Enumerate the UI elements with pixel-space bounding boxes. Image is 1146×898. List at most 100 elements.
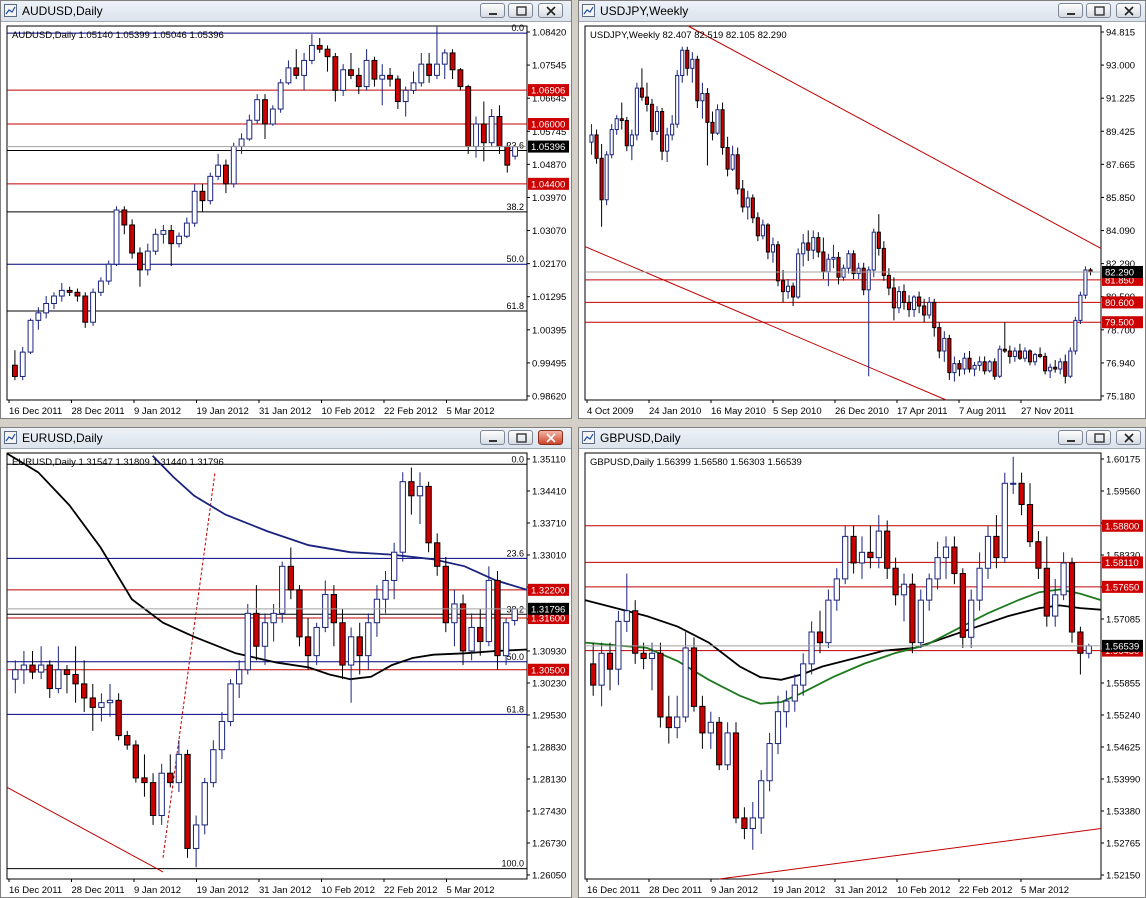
- candle-body: [253, 612, 260, 647]
- candle-body: [1027, 350, 1033, 363]
- chart-window-usdjpy[interactable]: USDJPY,Weekly 94.815 93.000 91.225 89.425 87…: [578, 0, 1146, 419]
- candle-body: [144, 250, 151, 271]
- y-tick-label: 1.28130: [532, 775, 566, 786]
- candle-body: [670, 123, 675, 136]
- candle-body: [485, 579, 493, 643]
- candle-body: [504, 145, 511, 166]
- candle-body: [149, 782, 157, 817]
- candle-body: [871, 231, 876, 271]
- x-tick-label: 19 Jan 2012: [197, 406, 249, 417]
- candle-body: [332, 56, 339, 91]
- candle-body: [230, 145, 237, 185]
- candle-body: [387, 74, 393, 80]
- candle-body: [89, 697, 96, 708]
- candle-body: [685, 49, 690, 69]
- candle-body: [836, 256, 841, 278]
- candle-body: [324, 48, 331, 58]
- chart-plot-area[interactable]: 1.351101.344101.337101.330101.322201.315…: [1, 449, 571, 897]
- maximize-button[interactable]: [508, 430, 533, 445]
- close-button[interactable]: [1116, 430, 1141, 445]
- maximize-button[interactable]: [1086, 430, 1111, 445]
- y-tick-label: 1.53380: [1106, 807, 1140, 818]
- close-button[interactable]: [1116, 3, 1141, 18]
- candle-body: [340, 69, 347, 91]
- candle-body: [285, 67, 292, 84]
- candle-body: [674, 716, 681, 729]
- y-tick-label: 1.02170: [532, 259, 566, 270]
- candle-body: [609, 129, 614, 156]
- close-button[interactable]: [538, 3, 563, 18]
- minimize-button[interactable]: [480, 430, 505, 445]
- candle-body: [657, 652, 664, 718]
- candle-body: [316, 44, 323, 50]
- candle-body: [922, 305, 927, 316]
- candle-body: [441, 52, 448, 65]
- candle-body: [833, 578, 840, 601]
- candle-body: [27, 319, 34, 353]
- candle-body: [63, 669, 71, 675]
- candle-body: [72, 673, 79, 685]
- candle-body: [416, 485, 424, 497]
- candle-body: [937, 327, 942, 352]
- chart-info-line: USDJPY,Weekly 82.407 82.519 82.105 82.29…: [590, 30, 787, 41]
- candle-body: [511, 608, 518, 622]
- candle-body: [977, 361, 982, 366]
- candle-body: [906, 301, 912, 311]
- candle-body: [1007, 350, 1012, 357]
- candle-body: [959, 573, 966, 638]
- candle-body: [716, 721, 723, 766]
- chart-window-eurusd[interactable]: EURUSD,Daily 1.35110 1.34410 1.33710 1.3301…: [0, 427, 572, 898]
- candle-body: [846, 253, 851, 269]
- minimize-button[interactable]: [1058, 3, 1083, 18]
- price-level-tag-label: 1.57650: [1105, 582, 1139, 593]
- price-level-tag-label: 1.04400: [531, 179, 565, 190]
- maximize-button[interactable]: [508, 3, 533, 18]
- candle-body: [379, 74, 386, 80]
- y-tick-label: 85.850: [1106, 193, 1135, 204]
- candle-body: [105, 263, 112, 282]
- x-tick-label: 27 Nov 2011: [1021, 406, 1074, 417]
- candle-body: [892, 567, 899, 596]
- current-price-label: 1.31796: [531, 604, 565, 615]
- window-titlebar[interactable]: EURUSD,Daily: [1, 428, 571, 449]
- candle-body: [373, 598, 381, 624]
- candle-body: [442, 565, 449, 624]
- candle-body: [371, 59, 378, 80]
- window-titlebar[interactable]: USDJPY,Weekly: [579, 1, 1145, 22]
- candle-body: [488, 116, 495, 144]
- candle-body: [279, 565, 286, 614]
- candle-body: [745, 197, 750, 208]
- candle-body: [168, 230, 175, 245]
- chart-window-gbpusd[interactable]: GBPUSD,Daily 1.601751.595601.589501.5833…: [578, 427, 1146, 898]
- window-titlebar[interactable]: AUDUSD,Daily: [1, 1, 571, 22]
- candle-body: [982, 361, 987, 372]
- y-tick-label: 94.815: [1106, 28, 1135, 39]
- candle-body: [1018, 482, 1025, 506]
- maximize-button[interactable]: [1086, 3, 1111, 18]
- x-tick-label: 9 Jan 2012: [134, 885, 181, 896]
- fib-level-label: 61.8: [506, 704, 524, 714]
- minimize-button[interactable]: [480, 3, 505, 18]
- candle-body: [192, 824, 200, 849]
- plot-frame: [584, 25, 1102, 401]
- candle-body: [402, 89, 409, 103]
- window-titlebar[interactable]: GBPUSD,Daily: [579, 428, 1145, 449]
- x-tick-label: 16 May 2010: [711, 406, 766, 417]
- candle-body: [223, 164, 229, 185]
- candle-body: [992, 361, 997, 377]
- candle-body: [35, 312, 42, 321]
- candle-body: [390, 551, 398, 581]
- chart-window-audusd[interactable]: AUDUSD,Daily 1.08420 1.07545 1.06645 1.0574…: [0, 0, 572, 419]
- close-button[interactable]: [538, 430, 563, 445]
- x-tick-label: 9 Jan 2012: [711, 885, 758, 896]
- chart-plot-area[interactable]: 1.08420 1.07545 1.06645 1.05745 1.04870 1.039…: [1, 22, 571, 418]
- chart-plot-area[interactable]: 94.815 93.000 91.225 89.425 87.665 85.850 84.0…: [579, 22, 1145, 418]
- candle-body: [426, 63, 433, 76]
- candle-body: [1038, 354, 1043, 357]
- chart-plot-area[interactable]: 1.601751.595601.589501.583301.577001.570…: [579, 449, 1145, 897]
- y-tick-label: 1.52765: [1106, 839, 1140, 850]
- candle-body: [1078, 294, 1083, 321]
- minimize-button[interactable]: [1058, 430, 1083, 445]
- candle-body: [121, 209, 128, 226]
- y-tick-label: 1.53990: [1106, 775, 1140, 786]
